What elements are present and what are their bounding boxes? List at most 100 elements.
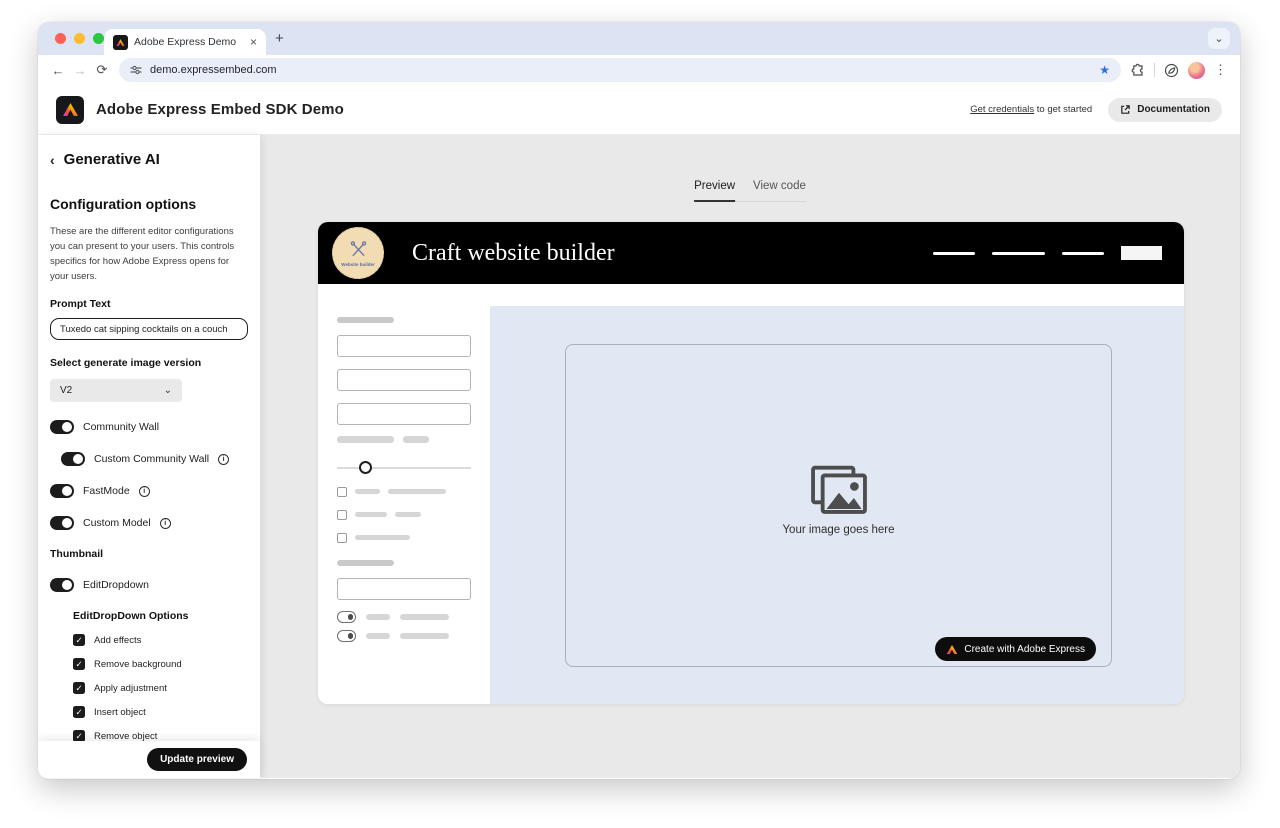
crossed-tools-icon <box>348 240 369 261</box>
section-description: These are the different editor configura… <box>50 224 248 284</box>
window-controls <box>55 33 104 44</box>
info-icon[interactable]: i <box>218 454 229 465</box>
documentation-button[interactable]: Documentation <box>1108 98 1222 122</box>
external-link-icon <box>1120 104 1131 115</box>
mock-checkbox[interactable] <box>337 510 347 520</box>
browser-tab[interactable]: Adobe Express Demo × <box>104 29 266 55</box>
mock-input[interactable] <box>337 578 471 600</box>
maximize-window-button[interactable] <box>93 33 104 44</box>
back-nav-label: Generative AI <box>64 151 160 168</box>
update-preview-button[interactable]: Update preview <box>147 748 247 771</box>
browser-tab-strip: Adobe Express Demo × + ⌄ <box>38 22 1240 55</box>
close-window-button[interactable] <box>55 33 66 44</box>
refresh-icon[interactable]: ⟳ <box>91 62 113 78</box>
fastmode-toggle[interactable] <box>50 484 74 498</box>
info-icon[interactable]: i <box>139 486 150 497</box>
mock-slider[interactable] <box>337 461 471 474</box>
image-drop-zone[interactable]: Your image goes here Create with Ado <box>565 344 1112 667</box>
app-header: Adobe Express Embed SDK Demo Get credent… <box>38 85 1240 135</box>
tab-view-code[interactable]: View code <box>753 180 806 202</box>
adobe-express-mini-logo <box>946 644 958 655</box>
skeleton-bar <box>400 633 449 639</box>
mock-checkbox[interactable] <box>337 487 347 497</box>
profile-avatar[interactable] <box>1188 62 1205 79</box>
slider-track <box>337 467 471 469</box>
skeleton-bar <box>337 317 394 323</box>
address-bar[interactable]: demo.expressembed.com ★ <box>119 58 1121 82</box>
preview-panel: Website builder Craft website builder <box>318 222 1184 704</box>
new-tab-button[interactable]: + <box>275 30 284 47</box>
toggle-row-custom-community-wall: Custom Community Wall i <box>61 452 248 466</box>
custom-model-toggle[interactable] <box>50 516 74 530</box>
browser-window: Adobe Express Demo × + ⌄ ← → ⟳ demo.expr… <box>38 22 1240 779</box>
toggle-row-community-wall: Community Wall <box>50 420 248 434</box>
apply-adjustment-checkbox[interactable]: ✓ <box>73 682 85 694</box>
site-settings-icon[interactable] <box>130 64 142 76</box>
get-credentials-link[interactable]: Get credentials <box>970 104 1034 115</box>
back-icon[interactable]: ← <box>47 63 69 78</box>
skeleton-bar <box>366 633 390 639</box>
slider-knob[interactable] <box>359 461 372 474</box>
skeleton-bar <box>337 560 394 566</box>
mock-input[interactable] <box>337 369 471 391</box>
toggle-row-editdropdown: EditDropdown <box>50 578 248 592</box>
mock-input[interactable] <box>337 403 471 425</box>
image-placeholder-text: Your image goes here <box>782 523 894 535</box>
toggle-row-fastmode: FastMode i <box>50 484 248 498</box>
custom-community-wall-toggle[interactable] <box>61 452 85 466</box>
info-icon[interactable]: i <box>160 518 171 529</box>
checkbox-row-apply-adjustment: ✓ Apply adjustment <box>73 682 248 694</box>
version-select-value: V2 <box>60 385 72 396</box>
back-chevron-icon[interactable]: ‹ <box>50 153 55 167</box>
remove-background-checkbox[interactable]: ✓ <box>73 658 85 670</box>
chevron-down-icon: ⌄ <box>164 385 172 396</box>
skeleton-bar <box>355 535 410 540</box>
mock-input[interactable] <box>337 335 471 357</box>
preview-site-title: Craft website builder <box>412 240 615 267</box>
prompt-text-label: Prompt Text <box>50 298 248 310</box>
tab-preview[interactable]: Preview <box>694 180 735 202</box>
credentials-text: Get credentials to get started <box>970 104 1092 115</box>
mock-toggle[interactable] <box>337 630 356 642</box>
mock-toggle[interactable] <box>337 611 356 623</box>
mock-checkbox[interactable] <box>337 533 347 543</box>
back-nav[interactable]: ‹ Generative AI <box>50 151 248 168</box>
nav-link-placeholder <box>992 252 1045 255</box>
version-select[interactable]: V2 ⌄ <box>50 379 182 402</box>
insert-object-checkbox[interactable]: ✓ <box>73 706 85 718</box>
bookmark-star-icon[interactable]: ★ <box>1099 63 1110 77</box>
energy-saver-icon[interactable] <box>1164 63 1179 78</box>
tab-search-caret-icon[interactable]: ⌄ <box>1208 28 1230 49</box>
checkbox-row-add-effects: ✓ Add effects <box>73 634 248 646</box>
checkbox-row-insert-object: ✓ Insert object <box>73 706 248 718</box>
section-title: Configuration options <box>50 196 248 212</box>
url-text[interactable]: demo.expressembed.com <box>150 64 1091 76</box>
minimize-window-button[interactable] <box>74 33 85 44</box>
extensions-icon[interactable] <box>1131 63 1145 77</box>
nav-link-placeholder <box>933 252 975 255</box>
editdropdown-options-title: EditDropDown Options <box>73 610 248 622</box>
remove-object-checkbox[interactable]: ✓ <box>73 730 85 741</box>
forward-icon[interactable]: → <box>69 63 91 78</box>
add-effects-checkbox[interactable]: ✓ <box>73 634 85 646</box>
tab-close-icon[interactable]: × <box>250 36 257 48</box>
editdropdown-toggle[interactable] <box>50 578 74 592</box>
skeleton-bar <box>337 436 394 443</box>
community-wall-toggle[interactable] <box>50 420 74 434</box>
preview-site-header: Website builder Craft website builder <box>318 222 1184 284</box>
site-logo-text: Website builder <box>341 262 374 267</box>
skeleton-bar <box>355 489 380 494</box>
create-with-adobe-express-button[interactable]: Create with Adobe Express <box>935 637 1096 661</box>
preview-form-column <box>318 284 490 704</box>
skeleton-bar <box>388 489 446 494</box>
browser-toolbar: ← → ⟳ demo.expressembed.com ★ ⋮ <box>38 55 1240 85</box>
prompt-text-input[interactable] <box>50 318 248 340</box>
image-placeholder-icon <box>810 464 868 514</box>
browser-menu-icon[interactable]: ⋮ <box>1214 62 1227 78</box>
skeleton-bar <box>355 512 387 517</box>
thumbnail-label: Thumbnail <box>50 548 248 560</box>
checkbox-row-remove-background: ✓ Remove background <box>73 658 248 670</box>
config-sidebar: ‹ Generative AI Configuration options Th… <box>38 135 260 778</box>
checkbox-row-remove-object: ✓ Remove object <box>73 730 248 741</box>
preview-nav-placeholder <box>933 246 1170 260</box>
